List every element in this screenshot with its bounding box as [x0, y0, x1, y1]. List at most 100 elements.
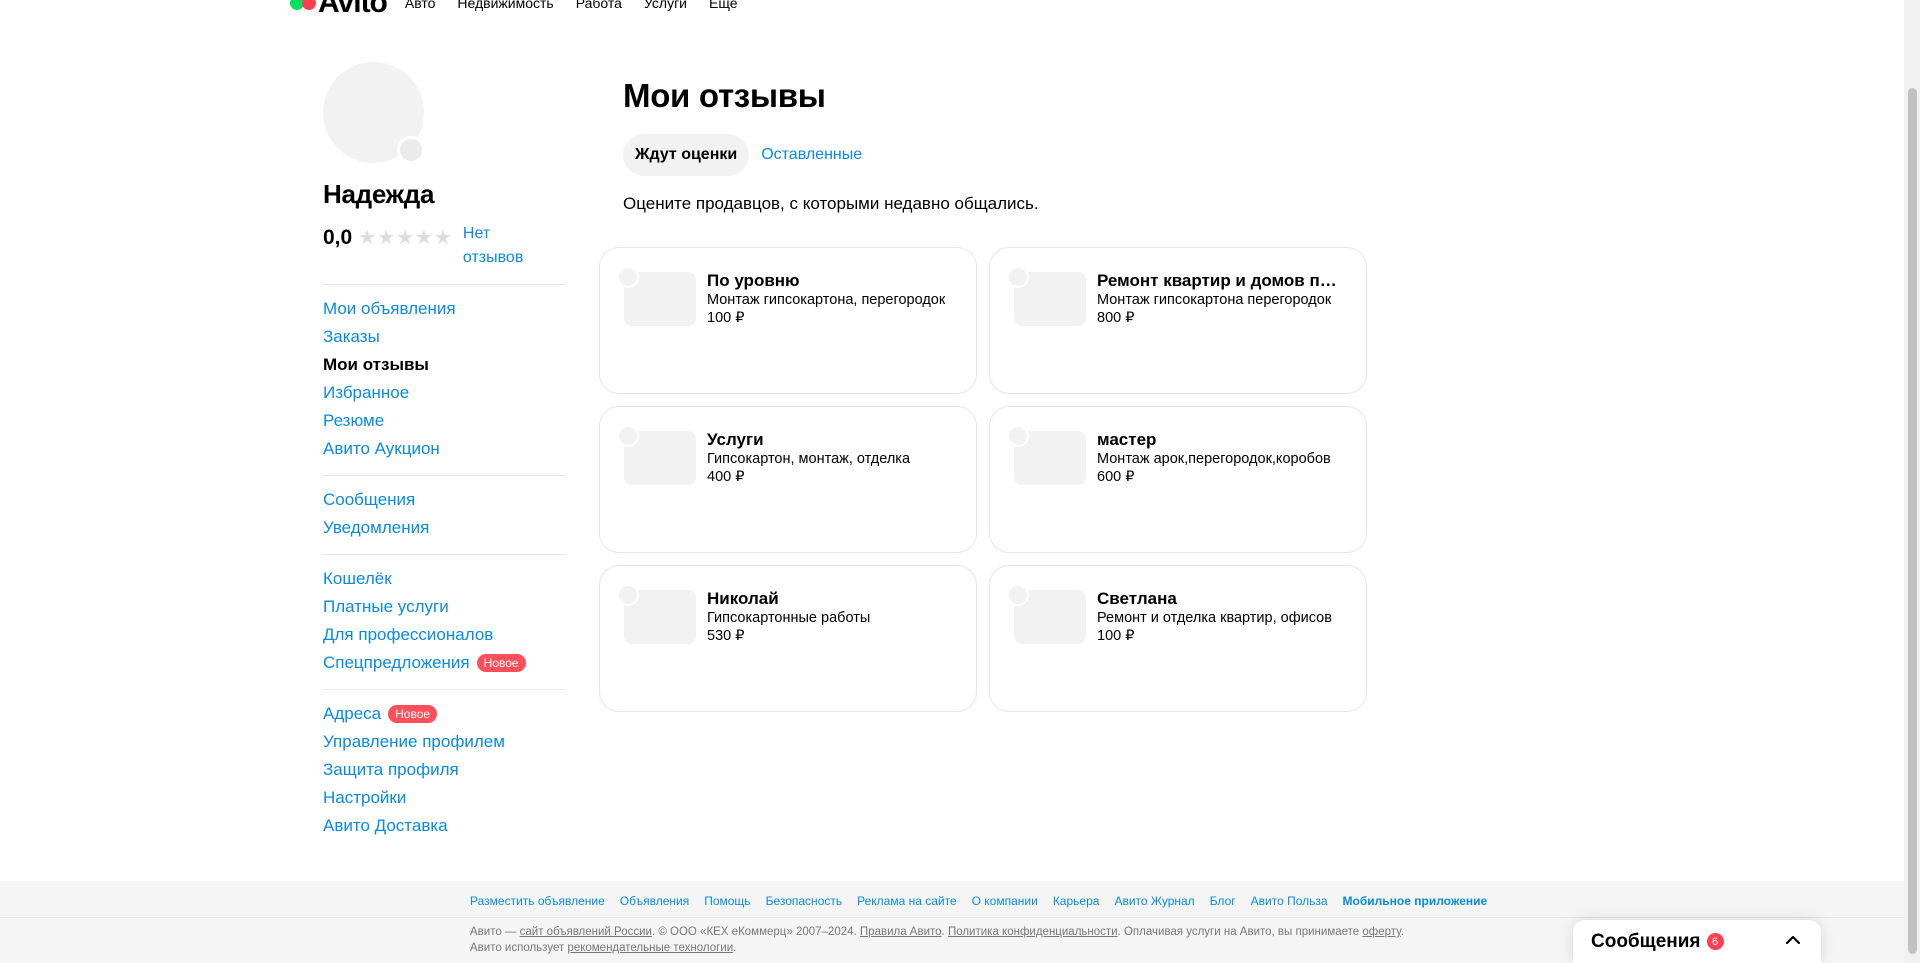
seller-card[interactable]: Николай Гипсокартонные работы 530 ₽	[599, 565, 977, 712]
item-description: Гипсокартонные работы	[707, 610, 871, 626]
nav-link-realty[interactable]: Недвижимость	[457, 0, 553, 14]
sidebar-item[interactable]: Заказы	[323, 323, 565, 351]
legal-text: .	[733, 942, 737, 954]
seller-avatar	[617, 425, 639, 447]
item-price: 530 ₽	[707, 628, 745, 644]
new-badge: Новое	[388, 705, 438, 723]
rating-value: 0,0	[323, 226, 353, 249]
seller-name: По уровню	[707, 271, 800, 290]
sidebar-item[interactable]: Платные услуги	[323, 593, 565, 621]
seller-avatar	[1007, 266, 1029, 288]
tab-awaiting-rating[interactable]: Ждут оценки	[623, 134, 750, 176]
seller-name: мастер	[1097, 430, 1157, 449]
seller-card[interactable]: Светлана Ремонт и отделка квартир, офисо…	[989, 565, 1367, 712]
messenger-unread-badge: 6	[1706, 933, 1724, 950]
sidebar-item[interactable]: Мои объявления	[323, 295, 565, 323]
seller-card[interactable]: Ремонт квартир и домов под ключ Монтаж г…	[989, 247, 1367, 394]
sidebar-menu: Мои объявления Заказы Мои отзывы Избранное Р…	[323, 284, 565, 840]
sidebar-item[interactable]: Адреса Новое	[323, 700, 565, 728]
sidebar-item[interactable]: Настройки	[323, 784, 565, 812]
sidebar-item-label: Спецпредложения	[323, 653, 470, 672]
footer-legal-text: Авито — сайт объявлений России. © ООО «К…	[470, 924, 1420, 956]
nav-link-auto[interactable]: Авто	[405, 0, 436, 14]
card-info: Светлана Ремонт и отделка квартир, офисо…	[1097, 589, 1337, 645]
card-info: По уровню Монтаж гипсокартона, перегород…	[707, 271, 947, 327]
sidebar-divider	[323, 475, 565, 476]
seller-card[interactable]: По уровню Монтаж гипсокартона, перегород…	[599, 247, 977, 394]
item-price: 400 ₽	[707, 469, 745, 485]
sidebar-item[interactable]: Спецпредложения Новое	[323, 649, 565, 677]
seller-card[interactable]: Услуги Гипсокартон, монтаж, отделка 400 …	[599, 406, 977, 553]
footer-link[interactable]: Объявления	[620, 891, 689, 911]
footer-link[interactable]: Авито Журнал	[1114, 891, 1194, 911]
legal-link-site[interactable]: сайт объявлений России	[520, 926, 652, 938]
sidebar-item[interactable]: Избранное	[323, 379, 565, 407]
seller-name: Николай	[707, 589, 779, 608]
footer-link[interactable]: О компании	[972, 891, 1038, 911]
footer-link[interactable]: Безопасность	[766, 891, 843, 911]
nav-link-jobs[interactable]: Работа	[576, 0, 622, 14]
item-description: Гипсокартон, монтаж, отделка	[707, 451, 911, 467]
footer-links: Разместить объявление Объявления Помощь Без…	[470, 891, 1502, 911]
sidebar-item-label: Резюме	[323, 411, 385, 430]
sidebar-item[interactable]: Управление профилем	[323, 728, 565, 756]
scrollbar-thumb[interactable]	[1908, 88, 1917, 954]
nav-link-more[interactable]: Еще	[709, 0, 738, 14]
avatar-status-indicator	[397, 136, 425, 164]
footer-link[interactable]: Мобильное приложение	[1343, 891, 1488, 911]
legal-link-recommendations[interactable]: рекомендательные технологии	[567, 942, 733, 954]
sidebar-item-label: Управление профилем	[323, 732, 505, 751]
item-price: 600 ₽	[1097, 469, 1135, 485]
footer-link[interactable]: Авито Польза	[1251, 891, 1328, 911]
legal-text: Авито —	[470, 926, 520, 938]
sidebar-item-label: Сообщения	[323, 490, 416, 509]
sidebar-item-label: Для профессионалов	[323, 625, 494, 644]
messenger-widget[interactable]: Сообщения 6	[1573, 920, 1821, 963]
new-badge: Новое	[476, 654, 526, 672]
sidebar-divider	[323, 554, 565, 555]
footer-link[interactable]: Блог	[1210, 891, 1236, 911]
card-info: Николай Гипсокартонные работы 530 ₽	[707, 589, 947, 645]
rating-row: 0,0 ★ ★ ★ ★ ★ Нет отзывов	[323, 222, 565, 270]
legal-link-rules[interactable]: Правила Авито	[860, 926, 942, 938]
legal-text: . © ООО «КЕХ еКоммерц» 2007–2024.	[651, 926, 860, 938]
star-icon: ★	[433, 227, 452, 249]
seller-avatar	[1007, 425, 1029, 447]
sidebar-item-label: Мои отзывы	[323, 355, 429, 374]
legal-link-privacy[interactable]: Политика конфиденциальности	[948, 926, 1118, 938]
sidebar-item[interactable]: Авито Аукцион	[323, 435, 565, 463]
page-scrollbar[interactable]	[1904, 0, 1920, 963]
sidebar-item[interactable]: Сообщения	[323, 486, 565, 514]
avito-logo[interactable]: Avito	[290, 0, 388, 18]
rating-stars: ★ ★ ★ ★ ★	[358, 228, 453, 248]
chevron-up-icon[interactable]	[1783, 930, 1803, 950]
item-description: Ремонт и отделка квартир, офисов	[1097, 610, 1332, 626]
footer-link[interactable]: Реклама на сайте	[857, 891, 957, 911]
messenger-title: Сообщения	[1591, 930, 1701, 952]
legal-link-offer[interactable]: оферту	[1362, 926, 1400, 938]
top-navigation: Avito Авто Недвижимость Работа Услуги Ещ…	[290, 0, 760, 18]
sidebar-item[interactable]: Резюме	[323, 407, 565, 435]
sidebar-item-label: Кошелёк	[323, 569, 392, 588]
footer-link[interactable]: Разместить объявление	[470, 891, 605, 911]
seller-card[interactable]: мастер Монтаж арок,перегородок,коробов 6…	[989, 406, 1367, 553]
sidebar-item-label: Адреса	[323, 704, 382, 723]
seller-name: Ремонт квартир и домов под ключ	[1097, 271, 1337, 290]
sidebar-item[interactable]: Защита профиля	[323, 756, 565, 784]
no-reviews-link[interactable]: Нет отзывов	[463, 222, 543, 270]
tab-left-reviews[interactable]: Оставленные	[749, 134, 874, 176]
avatar[interactable]	[323, 62, 425, 164]
footer-link[interactable]: Помощь	[704, 891, 750, 911]
nav-link-services[interactable]: Услуги	[644, 0, 687, 14]
sidebar-item[interactable]: Для профессионалов	[323, 621, 565, 649]
footer-link[interactable]: Карьера	[1053, 891, 1100, 911]
sidebar-item[interactable]: Авито Доставка	[323, 812, 565, 840]
sidebar-item-label: Настройки	[323, 788, 407, 807]
user-name: Надежда	[323, 179, 435, 209]
sidebar-item[interactable]: Мои отзывы	[323, 351, 565, 379]
sidebar-item[interactable]: Уведомления	[323, 514, 565, 542]
seller-avatar	[617, 266, 639, 288]
sidebar-item[interactable]: Кошелёк	[323, 565, 565, 593]
item-description: Монтаж гипсокартона, перегородок	[707, 292, 946, 308]
review-tabs: Ждут оценки Оставленные	[623, 134, 1373, 176]
